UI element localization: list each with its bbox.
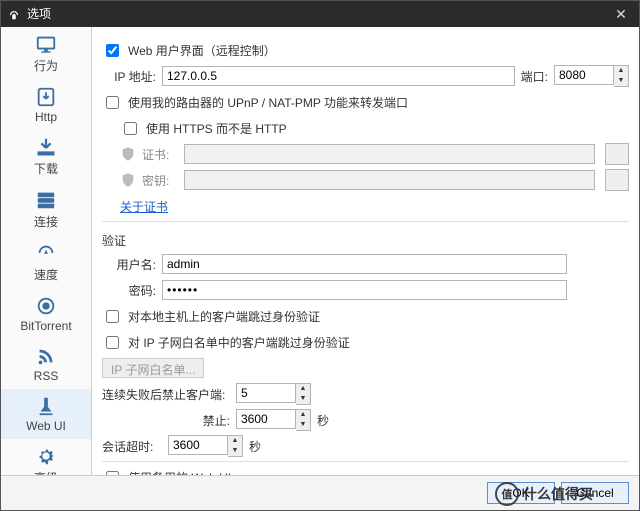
cert-input bbox=[184, 144, 595, 164]
ban-for-spinner[interactable]: ▲▼ bbox=[236, 409, 311, 431]
port-label: 端口: bbox=[521, 68, 548, 85]
enable-webui-checkbox[interactable] bbox=[106, 44, 119, 57]
about-cert-link[interactable]: 关于证书 bbox=[120, 198, 168, 215]
password-input[interactable] bbox=[162, 280, 567, 300]
ban-for-unit: 秒 bbox=[317, 412, 329, 429]
sidebar-item-speed[interactable]: 速度 bbox=[1, 236, 91, 289]
session-timeout-label: 会话超时: bbox=[102, 438, 162, 455]
key-browse-button[interactable] bbox=[605, 169, 629, 191]
content-panel: Web 用户界面（远程控制） IP 地址: 端口: ▲▼ 使用我的路由器的 UP… bbox=[92, 27, 639, 476]
sidebar-item-rss[interactable]: RSS bbox=[1, 339, 91, 389]
dialog-footer: OK Cancel bbox=[1, 475, 639, 510]
sidebar-item-webui[interactable]: Web UI bbox=[1, 389, 91, 439]
cert-browse-button[interactable] bbox=[605, 143, 629, 165]
shield-cert-icon bbox=[120, 146, 136, 162]
https-label: 使用 HTTPS 而不是 HTTP bbox=[146, 120, 287, 137]
key-input bbox=[184, 170, 595, 190]
cancel-button[interactable]: Cancel bbox=[561, 482, 629, 504]
sidebar-item-downloads[interactable]: 下载 bbox=[1, 130, 91, 183]
cert-label: 证书: bbox=[142, 146, 178, 163]
session-timeout-spinner[interactable]: ▲▼ bbox=[168, 435, 243, 457]
sidebar-item-behavior[interactable]: 行为 bbox=[1, 27, 91, 80]
upnp-label: 使用我的路由器的 UPnP / NAT-PMP 功能来转发端口 bbox=[128, 94, 408, 111]
sidebar-item-http[interactable]: Http bbox=[1, 80, 91, 130]
titlebar: 选项 ✕ bbox=[1, 1, 639, 27]
sidebar-item-advanced[interactable]: 高级 bbox=[1, 439, 91, 476]
port-up[interactable]: ▲ bbox=[614, 66, 628, 76]
ok-button[interactable]: OK bbox=[487, 482, 555, 504]
sidebar-item-connection[interactable]: 连接 bbox=[1, 183, 91, 236]
close-button[interactable]: ✕ bbox=[609, 1, 633, 27]
ban-for-label: 禁止: bbox=[102, 412, 230, 429]
port-down[interactable]: ▼ bbox=[614, 76, 628, 86]
ban-after-spinner[interactable]: ▲▼ bbox=[236, 383, 311, 405]
port-input[interactable] bbox=[554, 65, 614, 85]
ip-input[interactable] bbox=[162, 66, 515, 86]
session-timeout-input[interactable] bbox=[168, 435, 228, 455]
sidebar: 行为 Http 下载 连接 速度 BitTorrent bbox=[1, 27, 92, 476]
app-icon bbox=[7, 7, 21, 21]
password-label: 密码: bbox=[102, 282, 156, 299]
username-input[interactable] bbox=[162, 254, 567, 274]
window-title: 选项 bbox=[27, 1, 51, 27]
bypass-whitelist-checkbox[interactable] bbox=[106, 336, 119, 349]
shield-key-icon bbox=[120, 172, 136, 188]
bypass-whitelist-label: 对 IP 子网白名单中的客户端跳过身份验证 bbox=[128, 334, 350, 351]
port-spinner[interactable]: ▲▼ bbox=[554, 65, 629, 87]
key-label: 密钥: bbox=[142, 172, 178, 189]
whitelist-button: IP 子网白名单... bbox=[102, 358, 204, 378]
https-checkbox[interactable] bbox=[124, 122, 137, 135]
ban-after-input[interactable] bbox=[236, 383, 296, 403]
upnp-checkbox[interactable] bbox=[106, 96, 119, 109]
ip-label: IP 地址: bbox=[102, 68, 156, 85]
username-label: 用户名: bbox=[102, 256, 156, 273]
bypass-local-label: 对本地主机上的客户端跳过身份验证 bbox=[128, 308, 320, 325]
sidebar-item-bittorrent[interactable]: BitTorrent bbox=[1, 289, 91, 339]
enable-webui-label: Web 用户界面（远程控制） bbox=[128, 42, 276, 59]
session-timeout-unit: 秒 bbox=[249, 438, 261, 455]
ban-after-label: 连续失败后禁止客户端: bbox=[102, 386, 230, 403]
auth-section-title: 验证 bbox=[102, 228, 629, 249]
ban-for-input[interactable] bbox=[236, 409, 296, 429]
bypass-local-checkbox[interactable] bbox=[106, 310, 119, 323]
